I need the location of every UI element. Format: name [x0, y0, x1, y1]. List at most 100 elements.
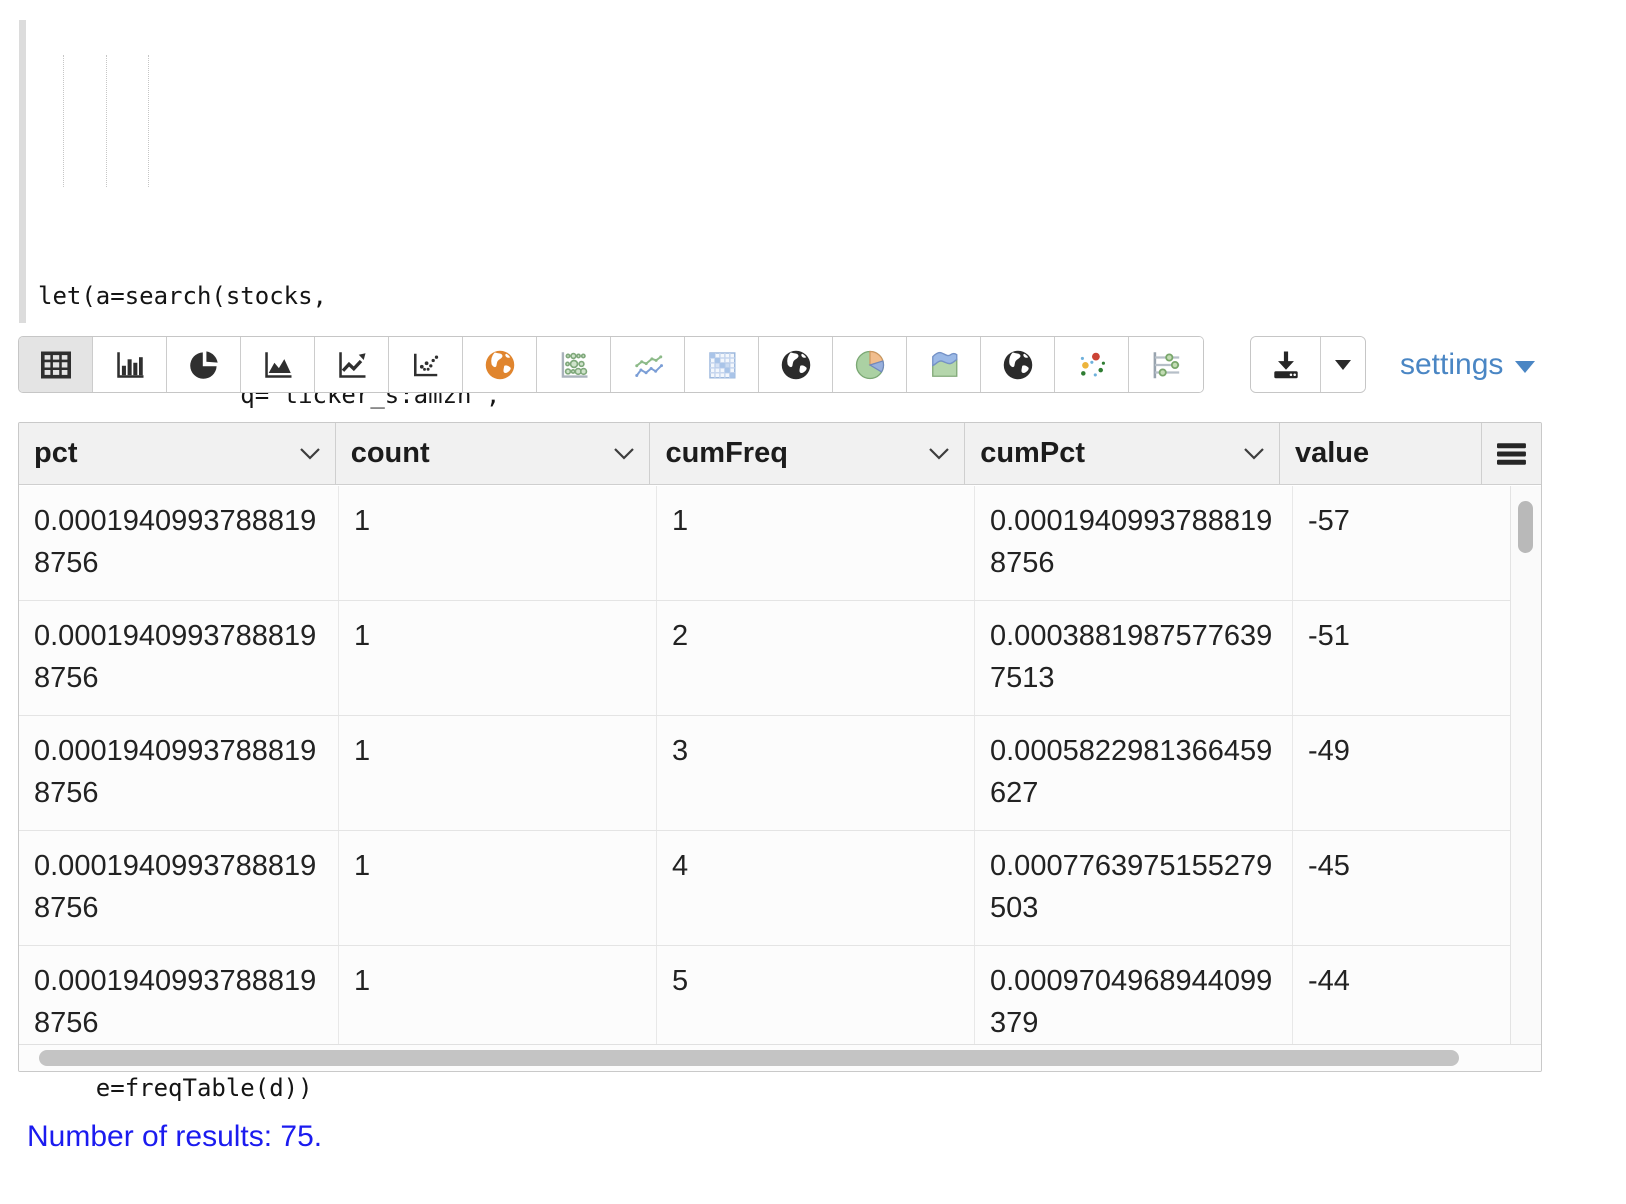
indent-guide — [148, 55, 149, 187]
viz-button-pie-chart-color[interactable] — [833, 337, 907, 392]
column-header-cumfreq[interactable]: cumFreq — [650, 423, 965, 484]
multi-series-line-icon — [630, 347, 666, 383]
cell-count: 1 — [339, 831, 657, 945]
cell-pct: 0.00019409937888198756 — [19, 716, 339, 830]
globe-orange-icon — [482, 347, 518, 383]
cell-value: -45 — [1293, 831, 1497, 945]
pie-chart-icon — [186, 347, 222, 383]
cell-pct: 0.00019409937888198756 — [19, 946, 339, 1046]
caret-down-icon — [1515, 361, 1535, 373]
bubble-matrix-icon — [556, 347, 592, 383]
globe-dark-icon — [778, 347, 814, 383]
scatter-plot-icon — [408, 347, 444, 383]
cell-value: -51 — [1293, 601, 1497, 715]
vertical-scrollbar-thumb[interactable] — [1518, 501, 1533, 553]
cell-value: -44 — [1293, 946, 1497, 1046]
viz-button-table[interactable] — [19, 337, 93, 392]
area-chart-icon — [260, 347, 296, 383]
column-header-count[interactable]: count — [336, 423, 651, 484]
column-label: pct — [34, 437, 78, 470]
table-row: 0.00019409937888198756 1 2 0.00038819875… — [19, 601, 1511, 716]
download-icon — [1268, 347, 1304, 383]
indent-guide — [63, 55, 64, 187]
column-label: value — [1295, 437, 1369, 470]
line-chart-icon — [334, 347, 370, 383]
cell-pct: 0.00019409937888198756 — [19, 486, 339, 600]
cell-cumfreq: 1 — [657, 486, 975, 600]
viz-button-multi-series-line[interactable] — [611, 337, 685, 392]
viz-button-globe-orange[interactable] — [463, 337, 537, 392]
viz-button-area-chart[interactable] — [241, 337, 315, 392]
editor-gutter-bar — [19, 20, 26, 323]
viz-button-scatter-plot[interactable] — [389, 337, 463, 392]
cell-cumpct: 0.0009704968944099379 — [975, 946, 1293, 1046]
table-header-row: pct count cumFreq cumPct value — [19, 423, 1541, 485]
viz-button-bar-chart[interactable] — [93, 337, 167, 392]
horizontal-scrollbar[interactable] — [19, 1044, 1541, 1071]
cell-count: 1 — [339, 486, 657, 600]
column-label: count — [351, 437, 430, 470]
cell-pct: 0.00019409937888198756 — [19, 601, 339, 715]
cell-cumfreq: 3 — [657, 716, 975, 830]
download-button[interactable] — [1251, 337, 1321, 392]
chevron-down-icon[interactable] — [1243, 447, 1265, 460]
cell-count: 1 — [339, 601, 657, 715]
horizontal-scrollbar-thumb[interactable] — [39, 1050, 1459, 1066]
cell-count: 1 — [339, 716, 657, 830]
cell-value: -57 — [1293, 486, 1497, 600]
parallel-coordinates-icon — [1148, 347, 1184, 383]
column-label: cumFreq — [665, 437, 787, 470]
chevron-down-icon[interactable] — [928, 447, 950, 460]
settings-menu-button[interactable]: settings — [1400, 336, 1535, 393]
viz-button-parallel-coordinates[interactable] — [1129, 337, 1203, 392]
code-line: e=freqTable(d)) — [38, 1072, 1614, 1105]
code-editor[interactable]: let(a=search(stocks, q="ticker_s:amzn", … — [18, 8, 1614, 326]
chevron-down-icon[interactable] — [613, 447, 635, 460]
indent-guide — [106, 55, 107, 187]
viz-button-globe-dark[interactable] — [759, 337, 833, 392]
viz-type-button-group — [18, 336, 1204, 393]
cell-cumpct: 0.0007763975155279503 — [975, 831, 1293, 945]
chevron-down-icon[interactable] — [299, 447, 321, 460]
table-icon — [38, 347, 74, 383]
column-header-value[interactable]: value — [1280, 423, 1482, 484]
table-row: 0.00019409937888198756 1 1 0.00019409937… — [19, 486, 1511, 601]
results-count: Number of results: 75. — [27, 1120, 322, 1154]
viz-button-globe-dark-2[interactable] — [981, 337, 1055, 392]
viz-button-stacked-area-color[interactable] — [907, 337, 981, 392]
column-label: cumPct — [980, 437, 1085, 470]
pie-chart-color-icon — [852, 347, 888, 383]
cell-cumpct: 0.0005822981366459627 — [975, 716, 1293, 830]
cell-cumpct: 0.00019409937888198756 — [975, 486, 1293, 600]
viz-button-bubble-matrix[interactable] — [537, 337, 611, 392]
table-row: 0.00019409937888198756 1 4 0.00077639751… — [19, 831, 1511, 946]
globe-dark-icon — [1000, 347, 1036, 383]
visualization-toolbar: settings — [18, 336, 1535, 393]
heatmap-grid-icon — [704, 347, 740, 383]
cell-value: -49 — [1293, 716, 1497, 830]
column-header-pct[interactable]: pct — [19, 423, 336, 484]
bar-chart-icon — [112, 347, 148, 383]
cell-cumfreq: 4 — [657, 831, 975, 945]
settings-label: settings — [1400, 348, 1503, 382]
cell-cumpct: 0.00038819875776397513 — [975, 601, 1293, 715]
cell-cumfreq: 2 — [657, 601, 975, 715]
code-line: let(a=search(stocks, — [38, 280, 1614, 313]
vertical-scrollbar[interactable] — [1510, 486, 1541, 1044]
results-table: pct count cumFreq cumPct value 0.0001940… — [18, 422, 1542, 1072]
cell-cumfreq: 5 — [657, 946, 975, 1046]
hamburger-icon — [1497, 442, 1527, 466]
viz-button-scatter-color[interactable] — [1055, 337, 1129, 392]
viz-button-line-chart[interactable] — [315, 337, 389, 392]
viz-button-pie-chart[interactable] — [167, 337, 241, 392]
download-button-group — [1250, 336, 1366, 393]
caret-down-icon — [1335, 360, 1351, 370]
table-row: 0.00019409937888198756 1 3 0.00058229813… — [19, 716, 1511, 831]
table-body[interactable]: 0.00019409937888198756 1 1 0.00019409937… — [19, 486, 1511, 1046]
column-header-cumpct[interactable]: cumPct — [965, 423, 1280, 484]
table-menu-button[interactable] — [1482, 423, 1541, 484]
viz-button-heatmap-grid[interactable] — [685, 337, 759, 392]
download-options-button[interactable] — [1321, 337, 1365, 392]
cell-count: 1 — [339, 946, 657, 1046]
scatter-color-icon — [1074, 347, 1110, 383]
